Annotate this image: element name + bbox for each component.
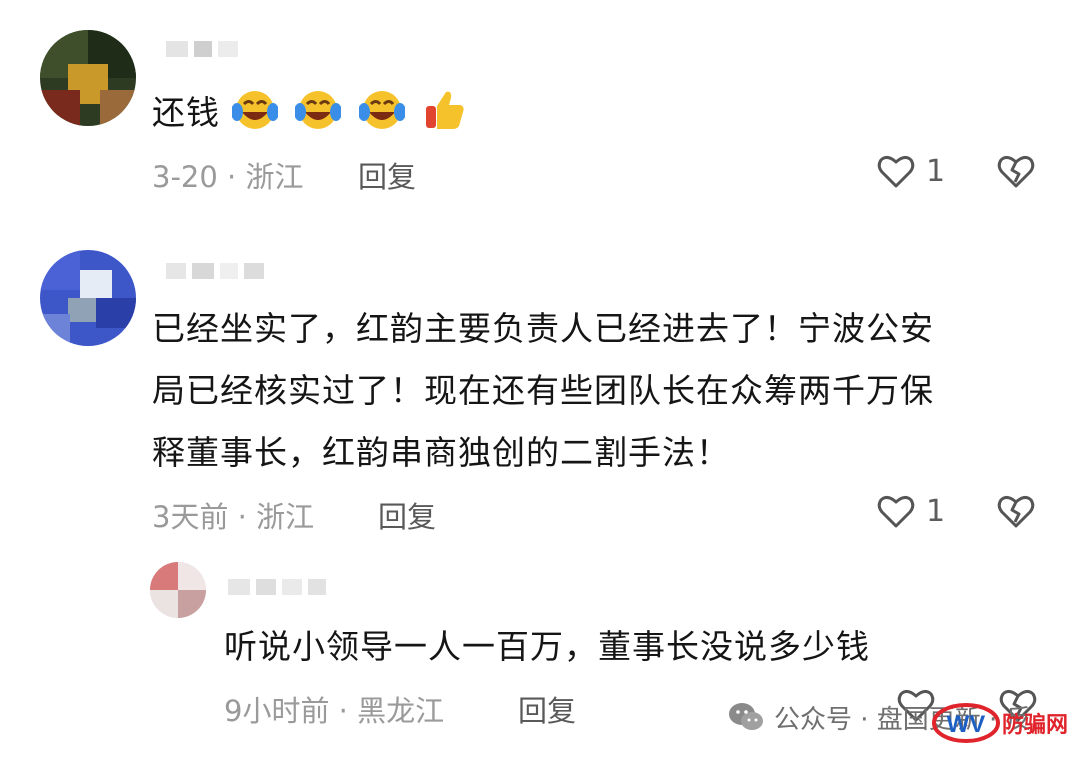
like-count: 1 bbox=[926, 493, 946, 529]
like-count: 1 bbox=[926, 153, 946, 189]
broken-heart-icon bbox=[997, 495, 1035, 528]
site-name: 防骗网 bbox=[1002, 713, 1069, 738]
thumbs-up-emoji-icon bbox=[422, 88, 468, 132]
broken-heart-icon bbox=[997, 155, 1035, 188]
heart-icon bbox=[877, 495, 915, 528]
username-blurred[interactable] bbox=[166, 260, 270, 282]
site-badge: WV 防骗网 bbox=[932, 700, 1068, 746]
username-blurred[interactable] bbox=[166, 38, 244, 60]
avatar[interactable] bbox=[40, 30, 136, 126]
reply-button[interactable]: 回复 bbox=[358, 154, 416, 196]
comment-text-line-1: 已经坐实了，红韵主要负责人已经进去了！宁波公安 bbox=[152, 309, 934, 348]
comment-1: 还钱 3-20 · 浙江 回复 1 bbox=[0, 0, 1080, 230]
laughing-crying-emoji-icon bbox=[230, 88, 279, 132]
comment-meta: 3-20 · 浙江 bbox=[152, 160, 304, 194]
comment-meta: 3天前 · 浙江 bbox=[152, 500, 315, 534]
comment-meta: 9小时前 · 黑龙江 bbox=[224, 694, 445, 728]
dislike-button[interactable] bbox=[996, 152, 1036, 194]
comment-text: 听说小领导一人一百万，董事长没说多少钱 bbox=[224, 627, 870, 666]
laughing-crying-emoji-icon bbox=[357, 88, 406, 132]
avatar[interactable] bbox=[150, 562, 206, 618]
avatar[interactable] bbox=[40, 250, 136, 346]
comment-text-line-3: 释董事长，红韵串商独创的二割手法！ bbox=[152, 433, 730, 472]
comment-text: 还钱 bbox=[152, 82, 474, 144]
laughing-crying-emoji-icon bbox=[294, 88, 342, 132]
username-blurred[interactable] bbox=[228, 576, 332, 598]
wechat-icon bbox=[729, 703, 763, 730]
like-button[interactable]: 1 bbox=[876, 152, 945, 190]
reply-button[interactable]: 回复 bbox=[378, 494, 436, 536]
like-button[interactable]: 1 bbox=[876, 492, 945, 530]
dislike-button[interactable] bbox=[996, 492, 1036, 534]
wv-logo-icon: WV bbox=[932, 703, 1000, 743]
svg-text:WV: WV bbox=[947, 711, 986, 738]
comment-2: 已经坐实了，红韵主要负责人已经进去了！宁波公安 局已经核实过了！现在还有些团队长… bbox=[0, 230, 1080, 560]
comment-text-line-2: 局已经核实过了！现在还有些团队长在众筹两千万保 bbox=[152, 371, 934, 410]
reply-button[interactable]: 回复 bbox=[518, 688, 576, 730]
heart-icon bbox=[877, 155, 915, 188]
